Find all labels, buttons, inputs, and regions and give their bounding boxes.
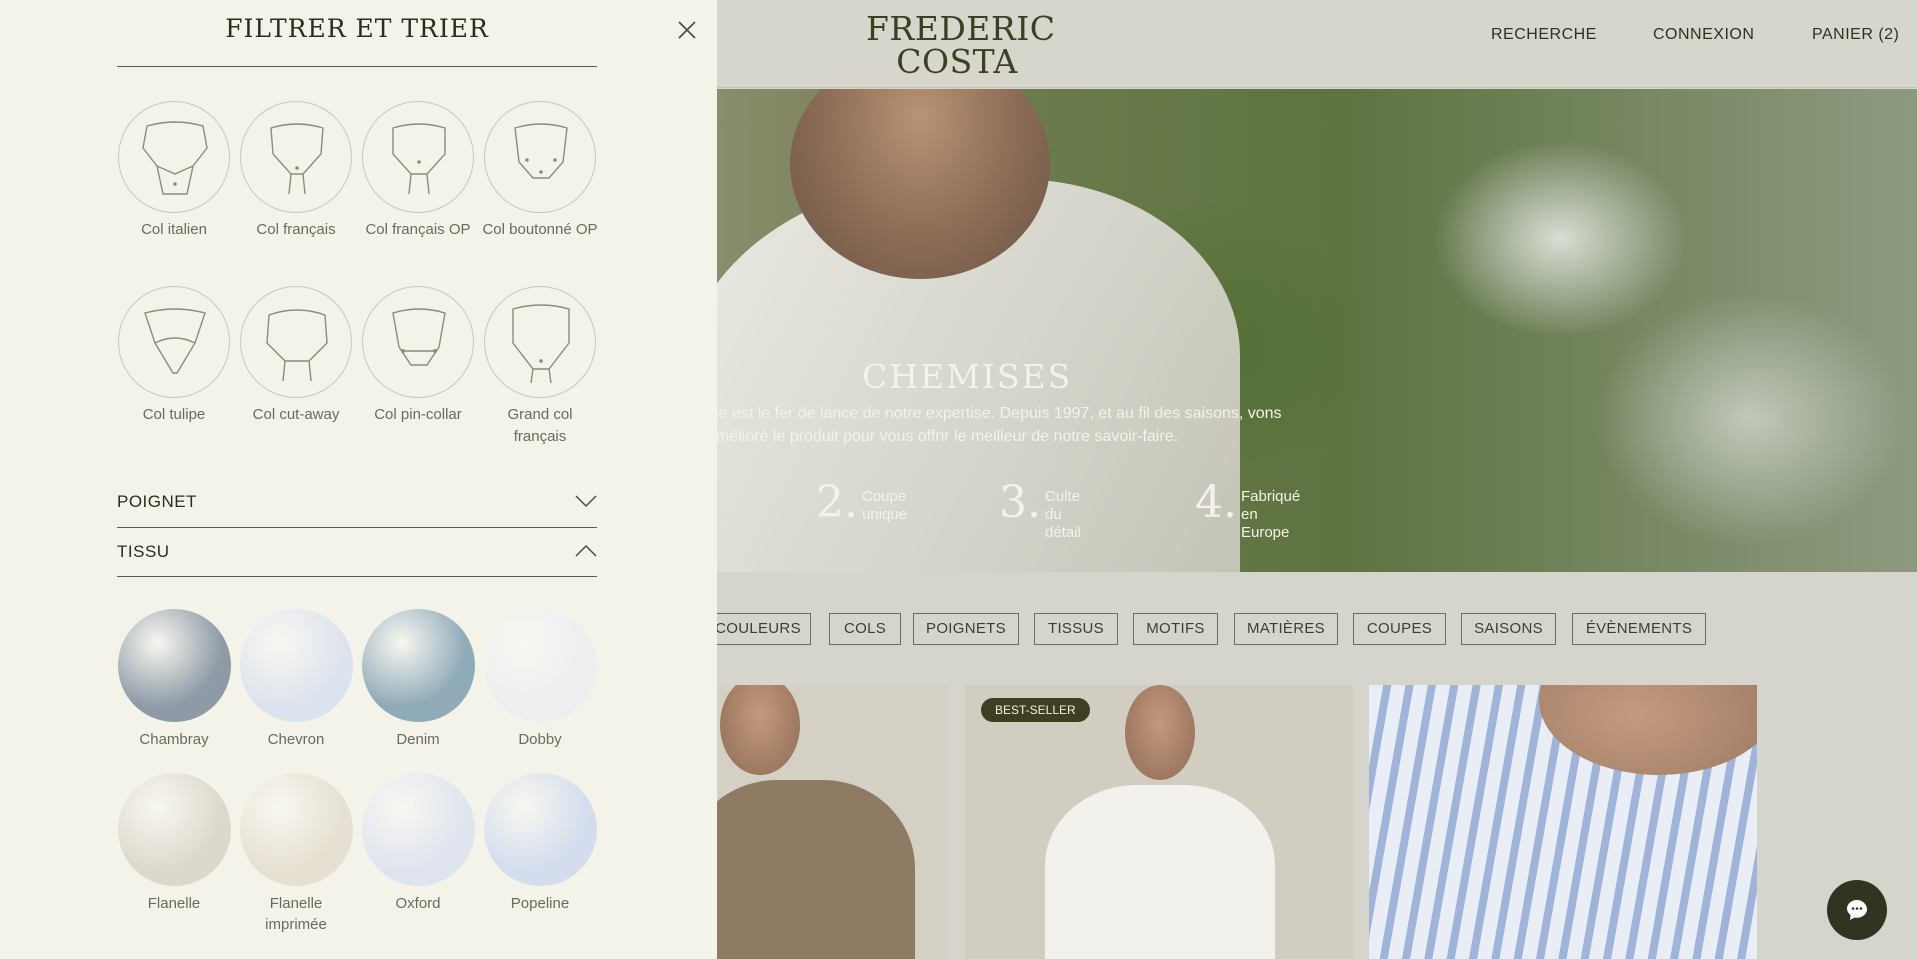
feature-number: 3. — [999, 477, 1041, 528]
feature-number: 2. — [816, 477, 858, 528]
product-image-model — [1125, 685, 1195, 780]
chip-poignets[interactable]: POIGNETS — [913, 613, 1019, 645]
product-image-model — [1539, 685, 1757, 775]
chip-motifs[interactable]: MOTIFS — [1133, 613, 1218, 645]
collar-label: Col français — [256, 221, 336, 238]
fabric-swatch — [118, 609, 231, 722]
filter-section-poignet[interactable]: POIGNET — [117, 482, 597, 522]
fabric-label: Flanelle imprimée — [265, 895, 327, 933]
fabric-swatch — [362, 609, 475, 722]
close-icon — [678, 21, 696, 39]
chip-coupes[interactable]: COUPES — [1353, 613, 1446, 645]
collar-francais-op-icon — [362, 101, 474, 213]
chip-tissus[interactable]: TISSUS — [1034, 613, 1118, 645]
nav-login-link[interactable]: CONNEXION — [1653, 26, 1754, 44]
product-card[interactable] — [705, 685, 949, 959]
collar-label: Col tulipe — [142, 406, 206, 423]
product-image-shirt — [705, 780, 915, 959]
fabric-label: Denim — [396, 731, 440, 748]
feature-label: Coupe unique — [862, 488, 908, 523]
fabric-swatch — [240, 773, 353, 886]
chip-matieres[interactable]: MATIÈRES — [1234, 613, 1338, 645]
chat-bubble-icon — [1847, 900, 1867, 920]
logo-line-2: COSTA — [896, 42, 1018, 81]
product-card[interactable] — [1369, 685, 1757, 959]
collar-francais-icon — [240, 101, 352, 213]
product-card[interactable]: BEST-SELLER — [965, 685, 1353, 959]
fabric-label: Chambray — [139, 731, 209, 748]
feature-label: Culte du détail — [1045, 488, 1081, 541]
collar-label: Col boutonné OP — [482, 221, 598, 238]
hero-description: ise est le fer de lance de notre experti… — [707, 405, 1282, 445]
collar-cut-away-icon — [240, 286, 352, 398]
fabric-swatch — [484, 773, 597, 886]
fabric-swatch — [240, 609, 353, 722]
fabric-label: Flanelle — [147, 895, 201, 912]
divider — [117, 576, 597, 577]
section-label: TISSU — [117, 542, 170, 561]
feature-label: Fabriqué en Europe — [1241, 488, 1301, 541]
chip-evenements[interactable]: ÉVÈNEMENTS — [1572, 613, 1706, 645]
hero-title: CHEMISES — [862, 357, 1073, 396]
section-label: POIGNET — [117, 492, 198, 511]
collar-tulipe-icon — [118, 286, 230, 398]
collar-pin-collar-icon — [362, 286, 474, 398]
collar-boutonne-op-icon — [484, 101, 596, 213]
chevron-up-icon — [575, 544, 597, 557]
collar-grand-francais-icon — [484, 286, 596, 398]
brand-logo[interactable]: FREDERIC COSTA — [866, 9, 1056, 81]
logo-line-1: FREDERIC — [866, 9, 1056, 48]
chip-saisons[interactable]: SAISONS — [1461, 613, 1556, 645]
collar-italien-icon — [118, 101, 230, 213]
product-image-model — [720, 685, 800, 775]
chat-button[interactable] — [1827, 880, 1887, 940]
collar-label: Col pin-collar — [374, 406, 462, 423]
chip-couleurs[interactable]: COULEURS — [705, 613, 811, 645]
collar-label: Col cut-away — [252, 406, 340, 423]
feature-number: 4. — [1195, 477, 1237, 528]
collar-label: Col italien — [141, 221, 207, 238]
fabric-swatch — [362, 773, 475, 886]
fabric-label: Popeline — [510, 895, 570, 912]
chevron-down-icon — [575, 495, 597, 508]
product-image-shirt — [1045, 785, 1275, 959]
fabric-label: Chevron — [267, 731, 325, 748]
fabric-swatch — [118, 773, 231, 886]
fabric-swatch — [484, 609, 597, 722]
filter-section-tissu[interactable]: TISSU — [117, 532, 597, 572]
filter-panel-title: FILTRER ET TRIER — [225, 14, 489, 43]
best-seller-badge: BEST-SELLER — [981, 698, 1090, 722]
collar-label: Col français OP — [365, 221, 471, 238]
divider — [117, 66, 597, 67]
close-panel-button[interactable] — [676, 19, 698, 41]
filter-panel: FILTRER ET TRIER Col italien Col françai… — [0, 0, 717, 959]
chip-cols[interactable]: COLS — [829, 613, 901, 645]
nav-search-link[interactable]: RECHERCHE — [1491, 26, 1597, 44]
nav-cart-link[interactable]: PANIER (2) — [1812, 26, 1899, 44]
fabric-label: Dobby — [518, 731, 562, 748]
fabric-label: Oxford — [395, 895, 441, 912]
collar-label: Grand col français — [507, 406, 573, 445]
divider — [117, 527, 597, 528]
